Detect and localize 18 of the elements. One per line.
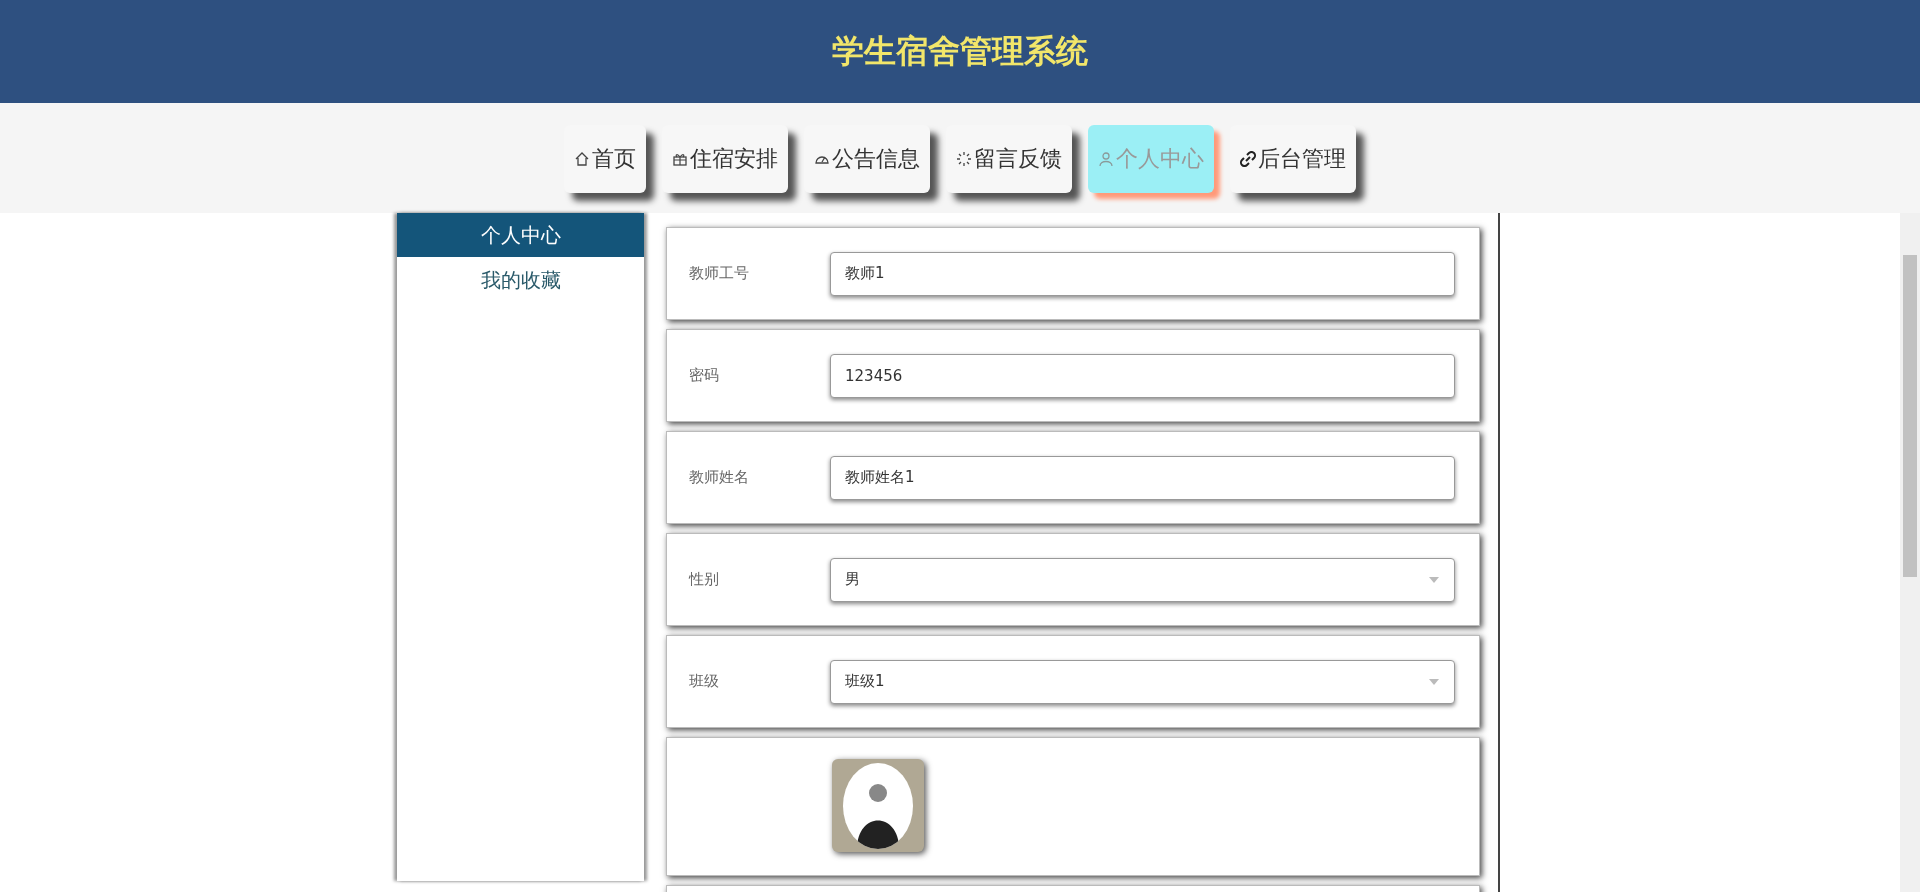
- input-field[interactable]: 123456: [830, 353, 1455, 398]
- field-label: 教师姓名: [688, 468, 750, 487]
- site-title: 学生宿舍管理系统: [832, 30, 1088, 72]
- sidebar-item[interactable]: 个人中心: [397, 213, 644, 257]
- nav-tab[interactable]: 首页: [564, 125, 646, 193]
- field-label: 密码: [688, 366, 720, 385]
- nav-tab[interactable]: 公告信息: [804, 125, 930, 193]
- field-label: 教师工号: [688, 264, 750, 283]
- field-label: 性别: [687, 570, 720, 589]
- nav-tab[interactable]: 后台管理: [1230, 125, 1356, 193]
- sidebar-item[interactable]: 我的收藏: [397, 257, 644, 303]
- select-field[interactable]: 班级1: [830, 659, 1455, 704]
- field-label: 班级: [688, 672, 720, 691]
- nav-tab[interactable]: 留言反馈: [946, 125, 1072, 193]
- input-field[interactable]: 教师姓名1: [830, 455, 1455, 500]
- input-field[interactable]: 教师1: [830, 251, 1455, 296]
- select-field[interactable]: 男: [830, 557, 1455, 602]
- nav-tab[interactable]: 住宿安排: [662, 125, 788, 193]
